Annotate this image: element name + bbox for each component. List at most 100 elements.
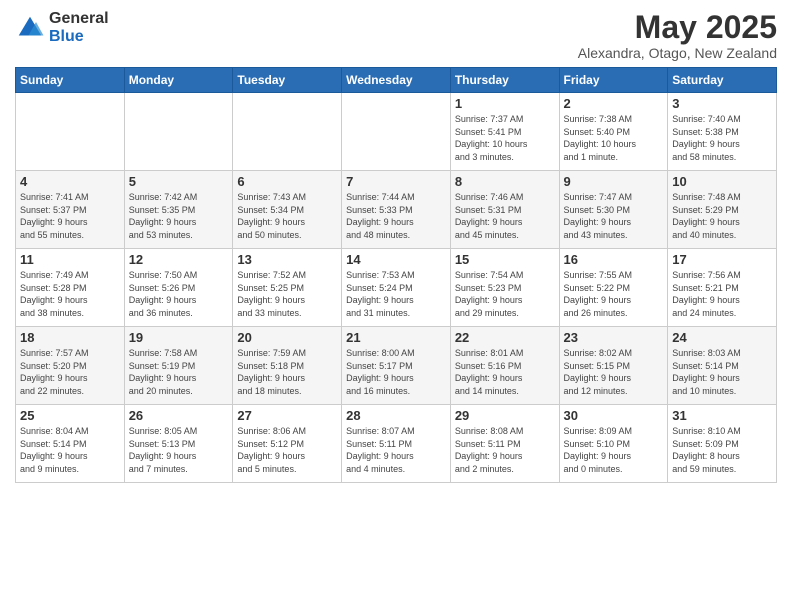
day-number: 25	[20, 408, 120, 423]
table-row: 10Sunrise: 7:48 AM Sunset: 5:29 PM Dayli…	[668, 171, 777, 249]
table-row: 3 Sunrise: 7:40 AM Sunset: 5:38 PM Daylig…	[668, 93, 777, 171]
table-row: 17 Sunrise: 7:56 AM Sunset: 5:21 PM Dayli…	[668, 249, 777, 327]
table-row	[233, 93, 342, 171]
table-row: 11 Sunrise: 7:49 AM Sunset: 5:28 PM Dayli…	[16, 249, 125, 327]
logo-general-label: General	[49, 10, 109, 28]
day-info: Sunrise: 8:01 AM Sunset: 5:16 PM Dayligh…	[455, 347, 555, 397]
day-info: Sunrise: 7:58 AM Sunset: 5:19 PM Dayligh…	[129, 347, 229, 397]
table-row: 29Sunrise: 8:08 AM Sunset: 5:11 PM Dayli…	[450, 405, 559, 483]
calendar-header-row: Sunday Monday Tuesday Wednesday Thursday…	[16, 68, 777, 93]
table-row	[16, 93, 125, 171]
table-row: 1Sunrise: 7:37 AM Sunset: 5:41 PM Daylig…	[450, 93, 559, 171]
day-info: Sunrise: 8:06 AM Sunset: 5:12 PM Dayligh…	[237, 425, 337, 475]
day-info: Sunrise: 7:53 AM Sunset: 5:24 PM Dayligh…	[346, 269, 446, 319]
day-info: Sunrise: 7:57 AM Sunset: 5:20 PM Dayligh…	[20, 347, 120, 397]
day-info: Sunrise: 7:55 AM Sunset: 5:22 PM Dayligh…	[564, 269, 664, 319]
day-info: Sunrise: 7:40 AM Sunset: 5:38 PM Dayligh…	[672, 113, 772, 163]
day-number: 11	[20, 252, 120, 267]
day-info: Sunrise: 8:10 AM Sunset: 5:09 PM Dayligh…	[672, 425, 772, 475]
table-row: 15 Sunrise: 7:54 AM Sunset: 5:23 PM Dayli…	[450, 249, 559, 327]
day-number: 13	[237, 252, 337, 267]
day-info: Sunrise: 8:07 AM Sunset: 5:11 PM Dayligh…	[346, 425, 446, 475]
day-number: 17	[672, 252, 772, 267]
day-info: Sunrise: 7:42 AM Sunset: 5:35 PM Dayligh…	[129, 191, 229, 241]
day-number: 29	[455, 408, 555, 423]
day-info: Sunrise: 7:46 AM Sunset: 5:31 PM Dayligh…	[455, 191, 555, 241]
day-info: Sunrise: 7:59 AM Sunset: 5:18 PM Dayligh…	[237, 347, 337, 397]
table-row: 7Sunrise: 7:44 AM Sunset: 5:33 PM Daylig…	[342, 171, 451, 249]
day-info: Sunrise: 8:04 AM Sunset: 5:14 PM Dayligh…	[20, 425, 120, 475]
location: Alexandra, Otago, New Zealand	[578, 45, 777, 61]
day-info: Sunrise: 7:49 AM Sunset: 5:28 PM Dayligh…	[20, 269, 120, 319]
day-number: 8	[455, 174, 555, 189]
table-row: 6 Sunrise: 7:43 AM Sunset: 5:34 PM Daylig…	[233, 171, 342, 249]
header: General Blue May 2025 Alexandra, Otago, …	[15, 10, 777, 61]
calendar-week-row: 1Sunrise: 7:37 AM Sunset: 5:41 PM Daylig…	[16, 93, 777, 171]
table-row: 26 Sunrise: 8:05 AM Sunset: 5:13 PM Dayli…	[124, 405, 233, 483]
table-row: 8 Sunrise: 7:46 AM Sunset: 5:31 PM Daylig…	[450, 171, 559, 249]
day-info: Sunrise: 8:02 AM Sunset: 5:15 PM Dayligh…	[564, 347, 664, 397]
table-row: 28 Sunrise: 8:07 AM Sunset: 5:11 PM Dayli…	[342, 405, 451, 483]
table-row: 31 Sunrise: 8:10 AM Sunset: 5:09 PM Dayli…	[668, 405, 777, 483]
col-thursday: Thursday	[450, 68, 559, 93]
month-title: May 2025	[578, 10, 777, 45]
table-row: 19 Sunrise: 7:58 AM Sunset: 5:19 PM Dayli…	[124, 327, 233, 405]
day-info: Sunrise: 8:09 AM Sunset: 5:10 PM Dayligh…	[564, 425, 664, 475]
day-info: Sunrise: 7:52 AM Sunset: 5:25 PM Dayligh…	[237, 269, 337, 319]
table-row: 4 Sunrise: 7:41 AM Sunset: 5:37 PM Daylig…	[16, 171, 125, 249]
day-number: 22	[455, 330, 555, 345]
calendar-body: 1Sunrise: 7:37 AM Sunset: 5:41 PM Daylig…	[16, 93, 777, 483]
day-number: 21	[346, 330, 446, 345]
day-number: 15	[455, 252, 555, 267]
day-number: 28	[346, 408, 446, 423]
logo-blue-label: Blue	[49, 28, 109, 46]
day-number: 12	[129, 252, 229, 267]
table-row: 23 Sunrise: 8:02 AM Sunset: 5:15 PM Dayli…	[559, 327, 668, 405]
col-monday: Monday	[124, 68, 233, 93]
day-number: 31	[672, 408, 772, 423]
calendar-week-row: 25 Sunrise: 8:04 AM Sunset: 5:14 PM Dayli…	[16, 405, 777, 483]
day-number: 4	[20, 174, 120, 189]
day-info: Sunrise: 7:38 AM Sunset: 5:40 PM Dayligh…	[564, 113, 664, 163]
table-row: 27 Sunrise: 8:06 AM Sunset: 5:12 PM Dayli…	[233, 405, 342, 483]
day-number: 23	[564, 330, 664, 345]
page: General Blue May 2025 Alexandra, Otago, …	[0, 0, 792, 612]
day-number: 2	[564, 96, 664, 111]
col-friday: Friday	[559, 68, 668, 93]
col-tuesday: Tuesday	[233, 68, 342, 93]
logo: General Blue	[15, 10, 109, 45]
day-info: Sunrise: 7:47 AM Sunset: 5:30 PM Dayligh…	[564, 191, 664, 241]
calendar-week-row: 18 Sunrise: 7:57 AM Sunset: 5:20 PM Dayli…	[16, 327, 777, 405]
day-number: 18	[20, 330, 120, 345]
day-number: 19	[129, 330, 229, 345]
day-number: 27	[237, 408, 337, 423]
day-info: Sunrise: 7:43 AM Sunset: 5:34 PM Dayligh…	[237, 191, 337, 241]
day-info: Sunrise: 8:05 AM Sunset: 5:13 PM Dayligh…	[129, 425, 229, 475]
day-info: Sunrise: 8:00 AM Sunset: 5:17 PM Dayligh…	[346, 347, 446, 397]
day-info: Sunrise: 7:37 AM Sunset: 5:41 PM Dayligh…	[455, 113, 555, 163]
day-number: 20	[237, 330, 337, 345]
day-number: 16	[564, 252, 664, 267]
day-info: Sunrise: 7:48 AM Sunset: 5:29 PM Dayligh…	[672, 191, 772, 241]
table-row: 30Sunrise: 8:09 AM Sunset: 5:10 PM Dayli…	[559, 405, 668, 483]
table-row: 18 Sunrise: 7:57 AM Sunset: 5:20 PM Dayli…	[16, 327, 125, 405]
table-row: 13 Sunrise: 7:52 AM Sunset: 5:25 PM Dayli…	[233, 249, 342, 327]
table-row: 21 Sunrise: 8:00 AM Sunset: 5:17 PM Dayli…	[342, 327, 451, 405]
calendar-table: Sunday Monday Tuesday Wednesday Thursday…	[15, 67, 777, 483]
day-number: 3	[672, 96, 772, 111]
table-row: 5Sunrise: 7:42 AM Sunset: 5:35 PM Daylig…	[124, 171, 233, 249]
day-info: Sunrise: 7:50 AM Sunset: 5:26 PM Dayligh…	[129, 269, 229, 319]
day-number: 26	[129, 408, 229, 423]
calendar-week-row: 11 Sunrise: 7:49 AM Sunset: 5:28 PM Dayli…	[16, 249, 777, 327]
day-info: Sunrise: 7:54 AM Sunset: 5:23 PM Dayligh…	[455, 269, 555, 319]
col-saturday: Saturday	[668, 68, 777, 93]
day-info: Sunrise: 7:56 AM Sunset: 5:21 PM Dayligh…	[672, 269, 772, 319]
day-number: 6	[237, 174, 337, 189]
day-info: Sunrise: 8:03 AM Sunset: 5:14 PM Dayligh…	[672, 347, 772, 397]
title-block: May 2025 Alexandra, Otago, New Zealand	[578, 10, 777, 61]
table-row	[124, 93, 233, 171]
day-number: 9	[564, 174, 664, 189]
table-row: 24Sunrise: 8:03 AM Sunset: 5:14 PM Dayli…	[668, 327, 777, 405]
col-wednesday: Wednesday	[342, 68, 451, 93]
day-info: Sunrise: 7:41 AM Sunset: 5:37 PM Dayligh…	[20, 191, 120, 241]
